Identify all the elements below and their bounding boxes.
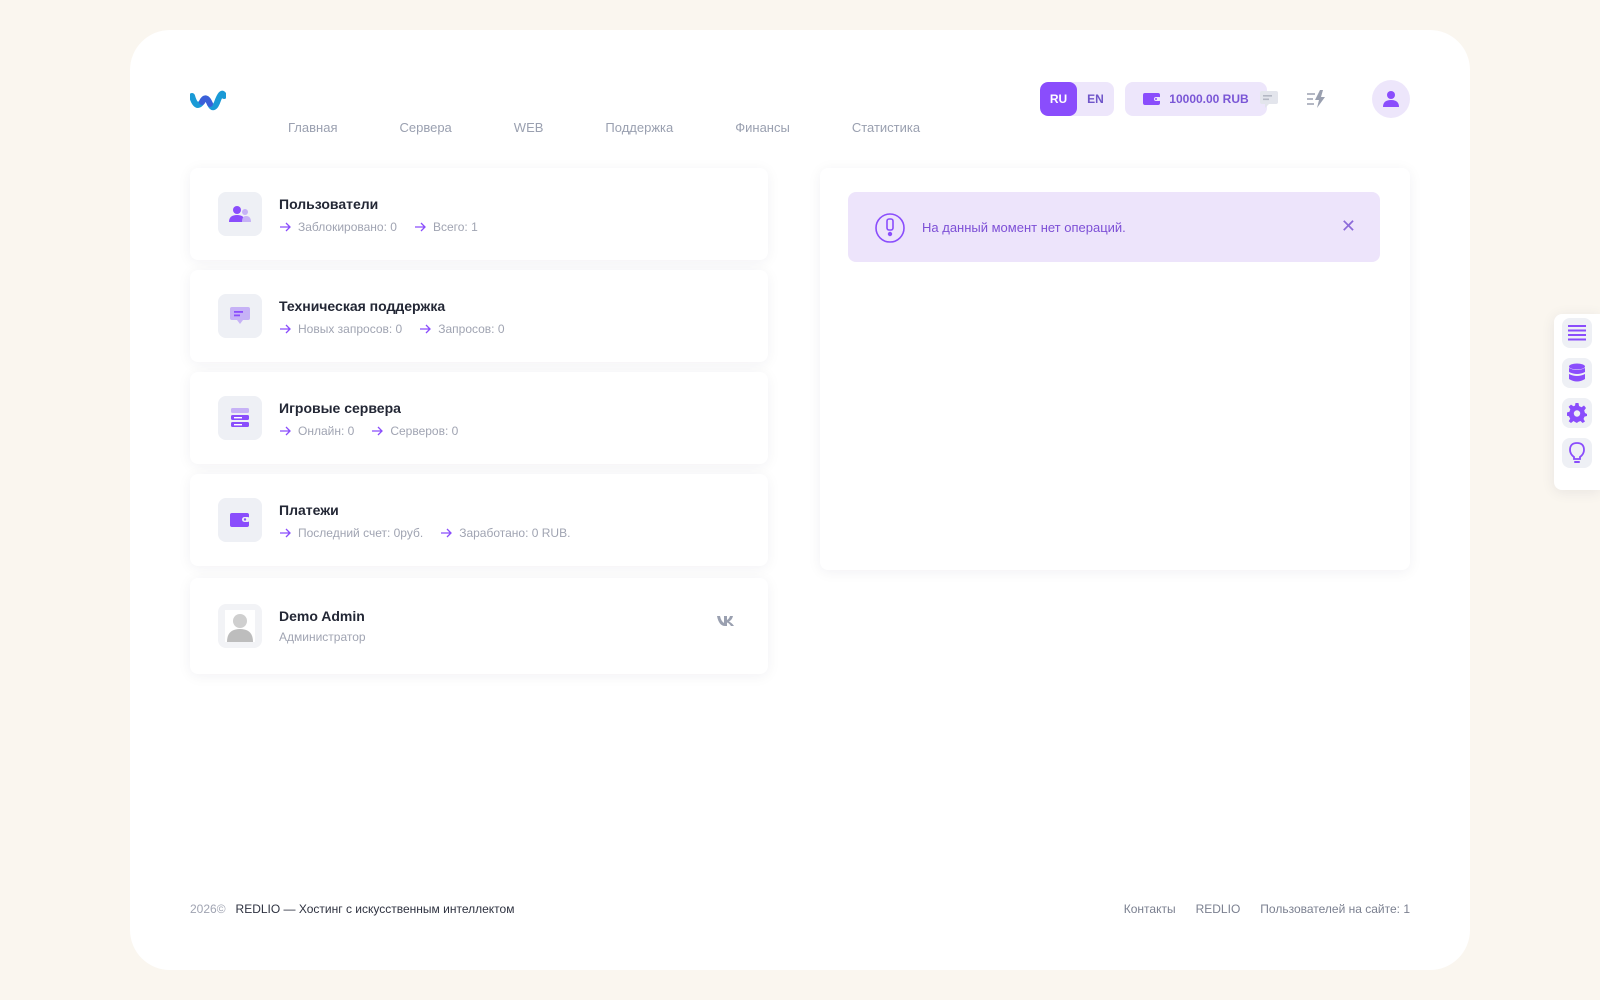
arrow-right-icon [280,426,291,436]
card-title: Платежи [279,502,339,518]
meta-item: Онлайн: 0 [280,424,354,438]
new-requests-count: Новых запросов: 0 [298,322,403,336]
lightning-icon[interactable] [1306,88,1328,110]
requests-count: Запросов: 0 [438,322,505,336]
total-count: Всего: 1 [432,220,478,234]
lightbulb-icon [1569,442,1585,463]
meta-item: Запросов: 0 [420,322,505,336]
arrow-right-icon [372,426,384,436]
alert-text: На данный момент нет операций. [922,220,1126,235]
footer-brand: REDLIO — Хостинг с искусственным интелле… [235,902,515,916]
footer-links: Контакты REDLIO Пользователей на сайте: … [1124,902,1410,916]
online-count: Онлайн: 0 [298,424,355,438]
support-icon-box [218,294,262,338]
support-chat-icon [230,307,250,324]
arrow-right-icon [414,222,426,232]
lang-ru-button[interactable]: RU [1040,82,1077,116]
card-title: Пользователи [279,196,379,212]
users-card[interactable]: Пользователи Заблокировано: 0 Всего: 1 [190,168,768,260]
nav-home[interactable]: Главная [288,120,337,135]
nav-finance[interactable]: Финансы [735,120,790,135]
meta-item: Заблокировано: 0 [280,220,397,234]
arrow-right-icon [280,222,291,232]
earned-amount: Заработано: 0 RUB. [459,526,571,540]
nav-web[interactable]: WEB [514,120,544,135]
last-invoice: Последний счет: 0руб. [298,526,424,540]
chat-icon[interactable] [1258,88,1280,110]
card-meta: Заблокировано: 0 Всего: 1 [280,220,496,234]
nav-support[interactable]: Поддержка [605,120,673,135]
nav-servers[interactable]: Сервера [399,120,451,135]
meta-item: Новых запросов: 0 [280,322,402,336]
admin-avatar[interactable] [218,604,262,648]
footer-contacts-link[interactable]: Контакты [1124,902,1176,916]
language-switch: RU EN [1040,82,1114,116]
footer-left: 2026© REDLIO — Хостинг с искусственным и… [190,902,514,916]
card-meta: Последний счет: 0руб. Заработано: 0 RUB. [280,526,588,540]
support-card[interactable]: Техническая поддержка Новых запросов: 0 … [190,270,768,362]
person-avatar-icon [225,610,255,642]
card-title: Техническая поддержка [279,298,446,314]
nav-statistics[interactable]: Статистика [852,120,920,135]
database-icon [1569,363,1585,382]
main-container: Главная Сервера WEB Поддержка Финансы Ст… [130,30,1470,970]
card-title: Игровые сервера [279,400,401,416]
menu-icon [1568,325,1586,341]
wallet-icon [230,513,250,527]
ideas-button[interactable] [1562,438,1592,468]
servers-icon-box [218,396,262,440]
card-meta: Новых запросов: 0 Запросов: 0 [280,322,523,336]
warning-icon [875,213,905,243]
payments-icon-box [218,498,262,542]
operations-panel: На данный момент нет операций. ✕ [820,168,1410,570]
close-icon[interactable]: ✕ [1341,216,1356,237]
servers-count: Серверов: 0 [390,424,459,438]
payments-card[interactable]: Платежи Последний счет: 0руб. Заработано… [190,474,768,566]
footer-year: 2026© [190,902,226,916]
balance-button[interactable]: 10000.00 RUB [1125,82,1267,116]
menu-button[interactable] [1562,318,1592,348]
user-icon [1383,91,1399,107]
arrow-right-icon [280,324,291,334]
arrow-right-icon [420,324,432,334]
floating-toolbar [1554,314,1600,490]
admin-card: Demo Admin Администратор [190,578,768,674]
users-icon-box [218,192,262,236]
vk-icon[interactable] [716,614,736,630]
server-icon [231,408,249,427]
admin-role: Администратор [279,630,366,644]
info-alert: На данный момент нет операций. ✕ [848,192,1380,262]
lang-en-button[interactable]: EN [1077,82,1114,116]
top-nav: Главная Сервера WEB Поддержка Финансы Ст… [288,120,982,135]
meta-item: Заработано: 0 RUB. [441,526,570,540]
gear-icon [1567,403,1587,423]
footer-brand-link[interactable]: REDLIO [1196,902,1241,916]
wallet-icon [1143,93,1162,105]
balance-amount: 10000.00 RUB [1169,92,1249,106]
database-button[interactable] [1562,358,1592,388]
card-meta: Онлайн: 0 Серверов: 0 [280,424,476,438]
arrow-right-icon [441,528,453,538]
admin-name: Demo Admin [279,608,365,624]
servers-card[interactable]: Игровые сервера Онлайн: 0 Серверов: 0 [190,372,768,464]
users-icon [229,206,251,222]
meta-item: Серверов: 0 [372,424,458,438]
user-menu-button[interactable] [1372,80,1410,118]
footer-online-users: Пользователей на сайте: 1 [1260,902,1410,916]
arrow-right-icon [280,528,291,538]
meta-item: Всего: 1 [414,220,478,234]
settings-button[interactable] [1562,398,1592,428]
meta-item: Последний счет: 0руб. [280,526,423,540]
logo-icon[interactable] [190,88,226,112]
blocked-count: Заблокировано: 0 [298,220,397,234]
